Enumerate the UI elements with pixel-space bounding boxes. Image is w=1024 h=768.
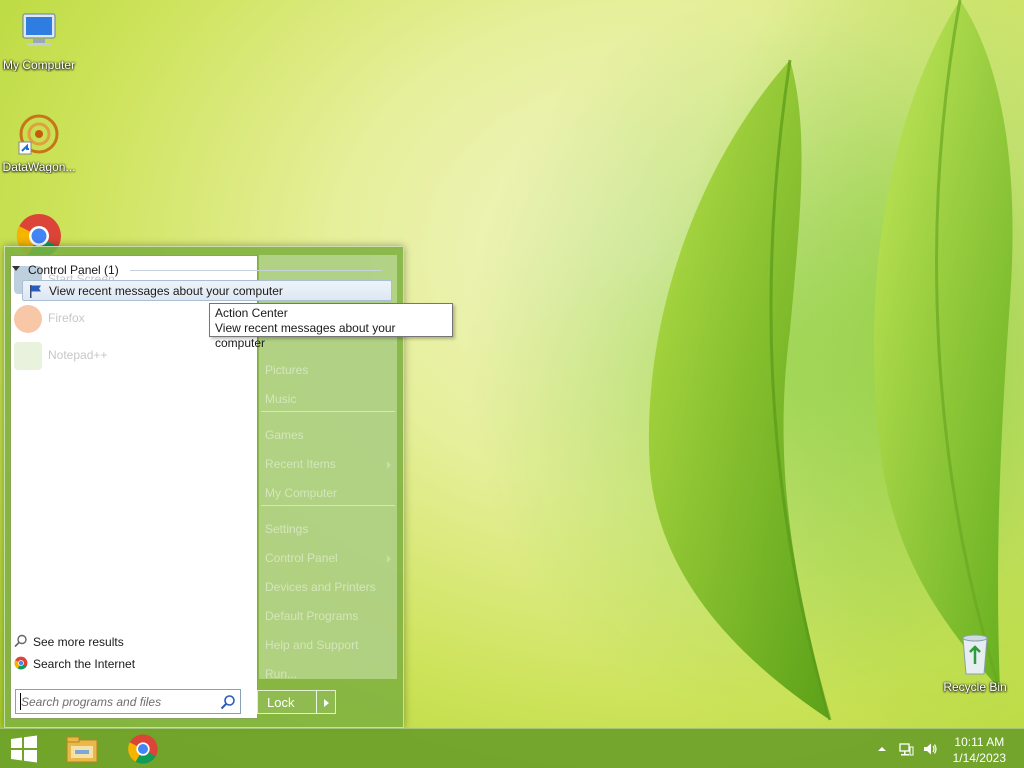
firefox-icon [14, 305, 42, 333]
lock-button[interactable]: Lock [257, 690, 317, 714]
show-hidden-icons-icon[interactable] [874, 741, 890, 757]
chevron-right-icon [387, 461, 391, 469]
see-more-label: See more results [33, 635, 124, 649]
faded-item-label: Notepad++ [48, 348, 108, 363]
divider [261, 505, 395, 506]
divider [130, 270, 382, 271]
collapse-triangle-icon [12, 266, 20, 271]
faded-item-firefox[interactable]: Firefox [14, 305, 85, 333]
search-icon [14, 634, 27, 648]
tooltip: Action Center View recent messages about… [209, 303, 453, 350]
notepad-plus-plus-icon [14, 342, 42, 370]
tooltip-title: Action Center [215, 306, 288, 320]
taskbar-file-explorer[interactable] [56, 729, 112, 768]
desktop-icon-datawagon[interactable]: DataWagon... [0, 110, 78, 174]
desktop-icon-label: My Computer [2, 58, 76, 72]
taskbar: 10:11 AM 1/14/2023 [0, 728, 1024, 768]
category-header-label: Control Panel (1) [28, 263, 119, 277]
computer-icon [15, 8, 63, 56]
desktop-icon-label: DataWagon... [2, 160, 76, 174]
file-explorer-icon [66, 736, 98, 763]
right-item-devices-and-printers[interactable]: Devices and Printers [265, 580, 376, 594]
start-button[interactable] [0, 729, 56, 768]
chrome-icon [128, 734, 158, 764]
taskbar-chrome[interactable] [116, 729, 172, 768]
desktop-icon-label: Recycle Bin [943, 680, 1007, 694]
right-item-music[interactable]: Music [265, 392, 296, 406]
flag-icon [30, 285, 41, 298]
search-internet-label: Search the Internet [33, 657, 136, 671]
right-item-pictures[interactable]: Pictures [265, 363, 308, 377]
right-item-control-panel[interactable]: Control Panel [265, 551, 395, 565]
taskbar-clock[interactable]: 10:11 AM 1/14/2023 [953, 734, 1006, 766]
tooltip-description: View recent messages about your computer [215, 321, 396, 350]
search-icon[interactable] [220, 694, 236, 710]
clock-date: 1/14/2023 [952, 751, 1006, 765]
search-input[interactable] [20, 693, 216, 710]
right-item-my-computer[interactable]: My Computer [265, 486, 337, 500]
right-item-help-and-support[interactable]: Help and Support [265, 638, 358, 652]
right-item-run[interactable]: Run... [265, 667, 297, 681]
datawagon-icon [15, 110, 63, 158]
desktop-icon-recycle-bin[interactable]: Recycle Bin [936, 630, 1014, 694]
lock-options-button[interactable] [316, 690, 336, 714]
recycle-bin-icon [951, 630, 999, 678]
faded-item-label: Firefox [48, 311, 85, 326]
right-item-games[interactable]: Games [265, 428, 304, 442]
faded-item-notepad-plus-plus[interactable]: Notepad++ [14, 342, 107, 370]
search-box [15, 689, 241, 714]
windows-start-icon [11, 735, 37, 763]
search-result-action-center[interactable]: View recent messages about your computer [22, 280, 392, 301]
chevron-right-icon [387, 555, 391, 563]
category-header-control-panel[interactable]: Control Panel (1) [10, 262, 386, 278]
volume-icon[interactable] [922, 741, 938, 757]
divider [261, 411, 395, 412]
clock-time: 10:11 AM [954, 735, 1005, 749]
right-item-recent-items[interactable]: Recent Items [265, 457, 395, 471]
network-icon[interactable] [898, 741, 914, 757]
search-result-label: View recent messages about your computer [49, 284, 283, 298]
right-item-label: Recent Items [265, 457, 336, 471]
right-item-default-programs[interactable]: Default Programs [265, 609, 358, 623]
right-item-label: Control Panel [265, 551, 338, 565]
chrome-icon [14, 656, 28, 670]
right-item-settings[interactable]: Settings [265, 522, 308, 536]
desktop-icon-my-computer[interactable]: My Computer [0, 8, 78, 72]
